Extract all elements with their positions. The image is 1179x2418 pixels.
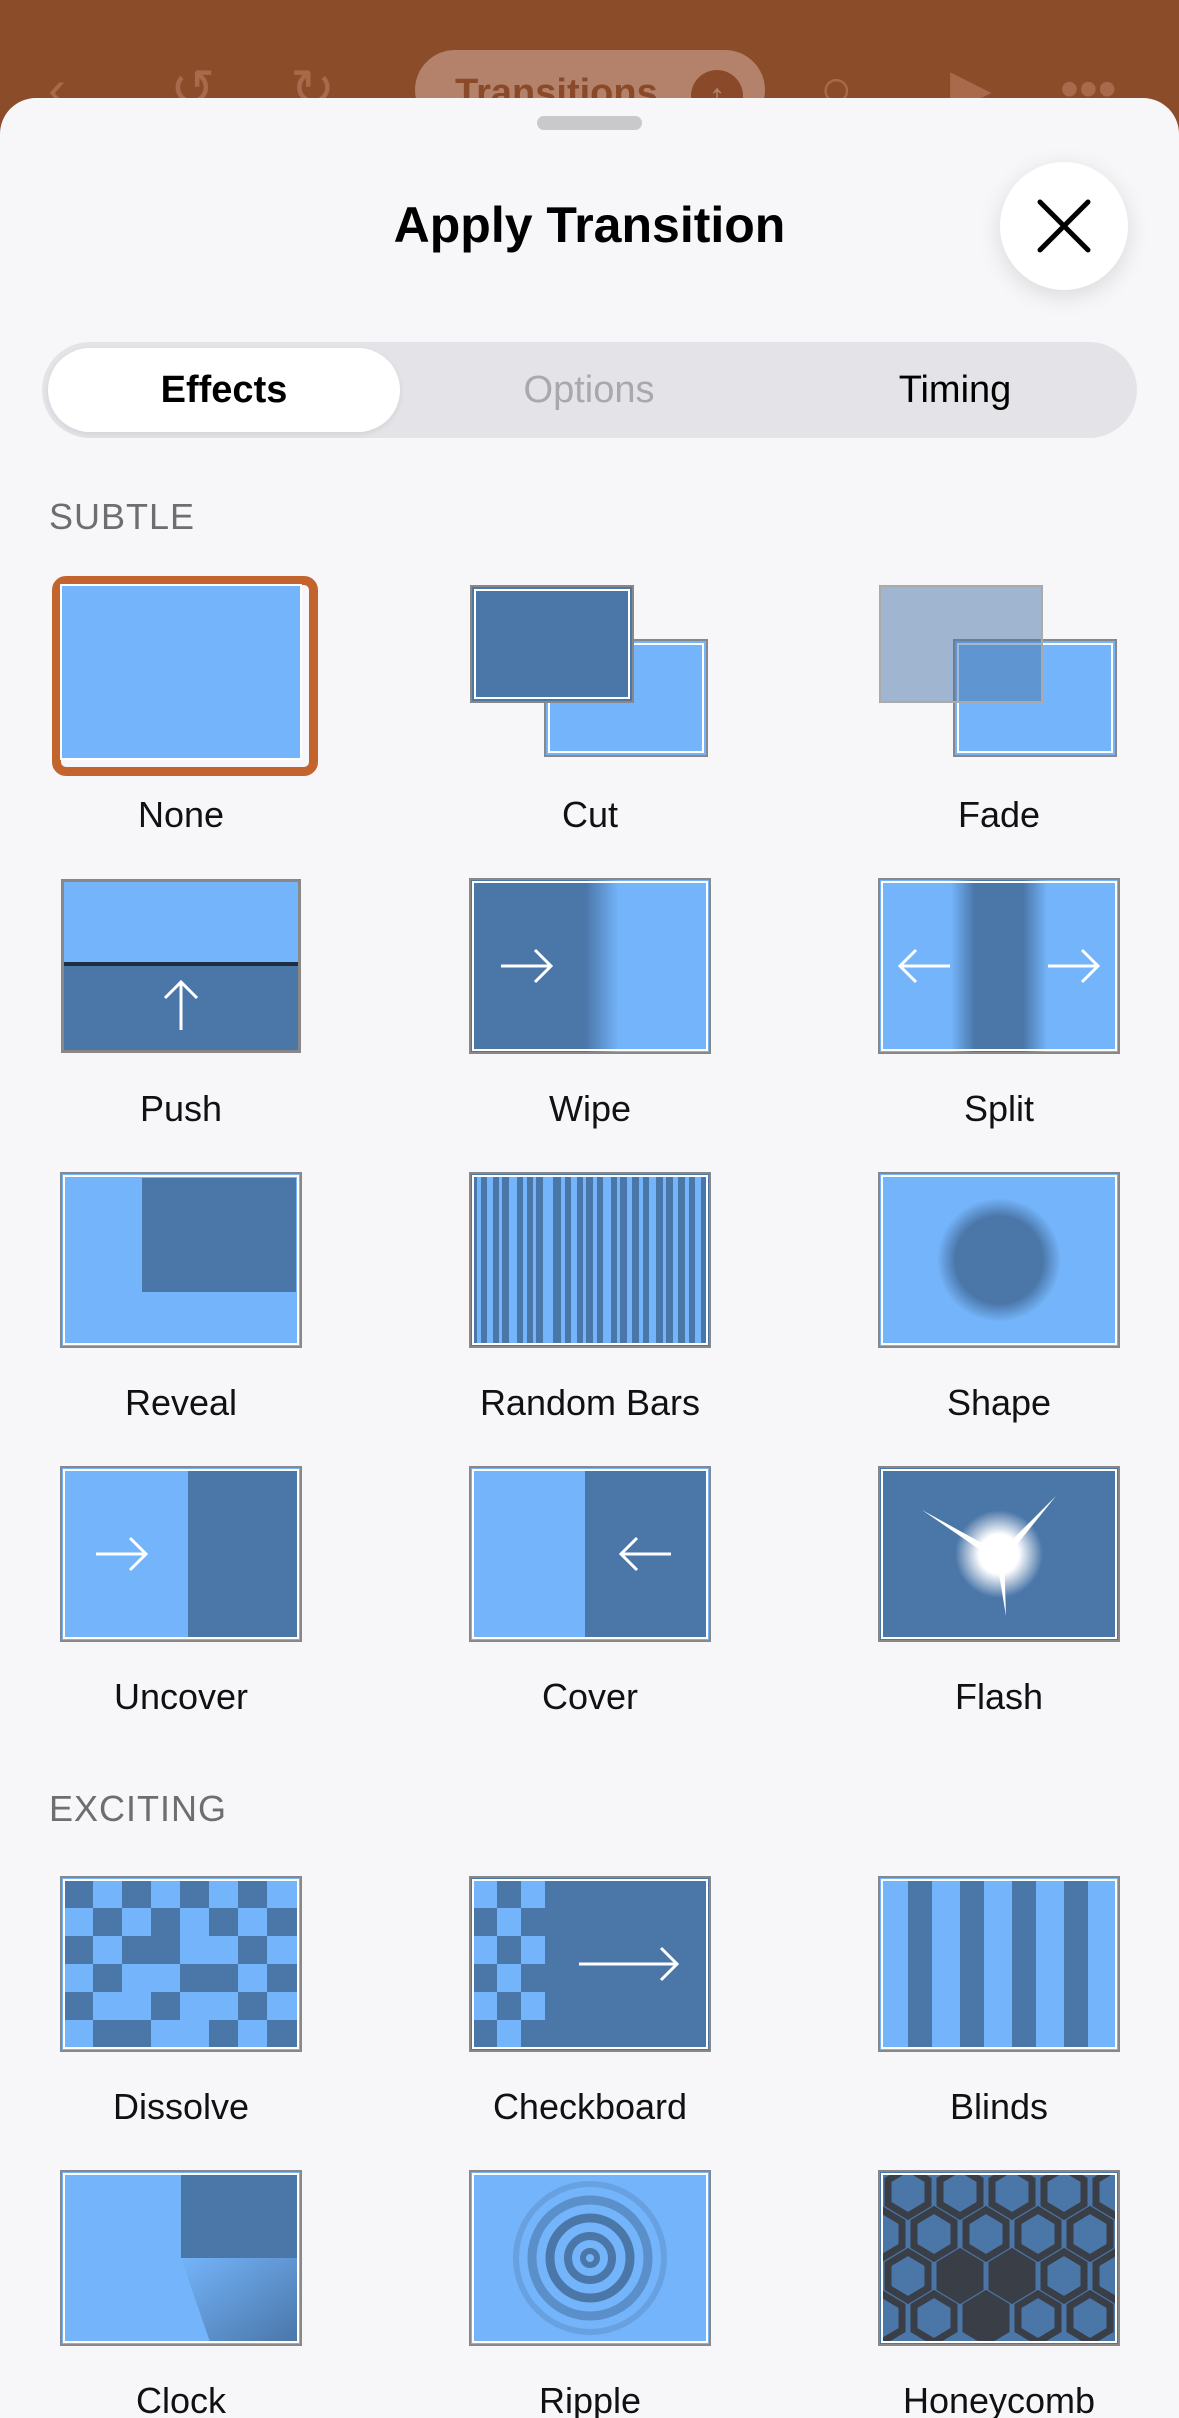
- effect-label: Cut: [561, 794, 619, 835]
- effect-label: Split: [963, 1088, 1035, 1129]
- effect-label: Fade: [957, 794, 1041, 835]
- effect-random-bars[interactable]: Random Bars: [419, 1172, 761, 1462]
- tab-segmented-control: Effects Options Timing: [42, 342, 1137, 438]
- ripple-thumbnail: [469, 2170, 711, 2346]
- section-header-exciting: EXCITING: [49, 1788, 228, 1829]
- effect-blinds[interactable]: Blinds: [828, 1876, 1170, 2166]
- effect-checkboard[interactable]: Checkboard: [419, 1876, 761, 2166]
- dissolve-thumbnail: [60, 1876, 302, 2052]
- section-header-subtle: SUBTLE: [49, 496, 196, 537]
- checkboard-thumbnail: [469, 1876, 711, 2052]
- effect-reveal[interactable]: Reveal: [10, 1172, 352, 1462]
- split-thumbnail: [878, 878, 1120, 1054]
- effect-honeycomb[interactable]: Honeycomb: [828, 2170, 1170, 2418]
- effect-label: Wipe: [548, 1088, 632, 1129]
- effect-flash[interactable]: Flash: [828, 1466, 1170, 1756]
- effect-label: Shape: [946, 1382, 1052, 1423]
- effect-clock[interactable]: Clock: [10, 2170, 352, 2418]
- effect-uncover[interactable]: Uncover: [10, 1466, 352, 1756]
- apply-transition-sheet: Apply Transition Effects Options Timing …: [0, 98, 1179, 2418]
- none-thumbnail: [60, 584, 302, 760]
- effect-label: Blinds: [949, 2086, 1049, 2127]
- push-thumbnail: [61, 879, 301, 1053]
- close-icon: [1037, 199, 1091, 253]
- effect-label: None: [137, 794, 225, 835]
- effect-fade[interactable]: Fade: [828, 584, 1170, 874]
- effect-split[interactable]: Split: [828, 878, 1170, 1168]
- clock-thumbnail: [60, 2170, 302, 2346]
- reveal-thumbnail: [60, 1172, 302, 1348]
- cut-thumbnail: [470, 585, 708, 757]
- effect-ripple[interactable]: Ripple: [419, 2170, 761, 2418]
- honeycomb-thumbnail: [878, 2170, 1120, 2346]
- effect-dissolve[interactable]: Dissolve: [10, 1876, 352, 2166]
- effect-label: Dissolve: [112, 2086, 250, 2127]
- effect-label: Checkboard: [492, 2086, 688, 2127]
- wipe-thumbnail: [469, 878, 711, 1054]
- sheet-grabber[interactable]: [537, 116, 642, 130]
- effect-label: Cover: [541, 1676, 639, 1717]
- effect-push[interactable]: Push: [10, 878, 352, 1168]
- effect-label: Random Bars: [479, 1382, 701, 1423]
- tab-effects[interactable]: Effects: [48, 348, 400, 432]
- effect-label: Push: [139, 1088, 223, 1129]
- cover-thumbnail: [469, 1466, 711, 1642]
- effect-shape[interactable]: Shape: [828, 1172, 1170, 1462]
- close-button[interactable]: [1000, 162, 1128, 290]
- effect-cover[interactable]: Cover: [419, 1466, 761, 1756]
- random-bars-thumbnail: [469, 1172, 711, 1348]
- fade-thumbnail: [879, 585, 1117, 757]
- effect-label: Reveal: [124, 1382, 238, 1423]
- tab-timing[interactable]: Timing: [779, 348, 1131, 432]
- effect-cut[interactable]: Cut: [419, 584, 761, 874]
- effect-wipe[interactable]: Wipe: [419, 878, 761, 1168]
- shape-thumbnail: [878, 1172, 1120, 1348]
- effect-none[interactable]: None: [10, 576, 352, 874]
- tab-options: Options: [523, 369, 655, 411]
- effect-label: Uncover: [113, 1676, 249, 1717]
- effect-label: Clock: [135, 2380, 227, 2418]
- effect-label: Flash: [954, 1676, 1044, 1717]
- blinds-thumbnail: [878, 1876, 1120, 2052]
- uncover-thumbnail: [60, 1466, 302, 1642]
- effect-label: Ripple: [538, 2380, 642, 2418]
- flash-thumbnail: [878, 1466, 1120, 1642]
- effect-label: Honeycomb: [902, 2380, 1096, 2418]
